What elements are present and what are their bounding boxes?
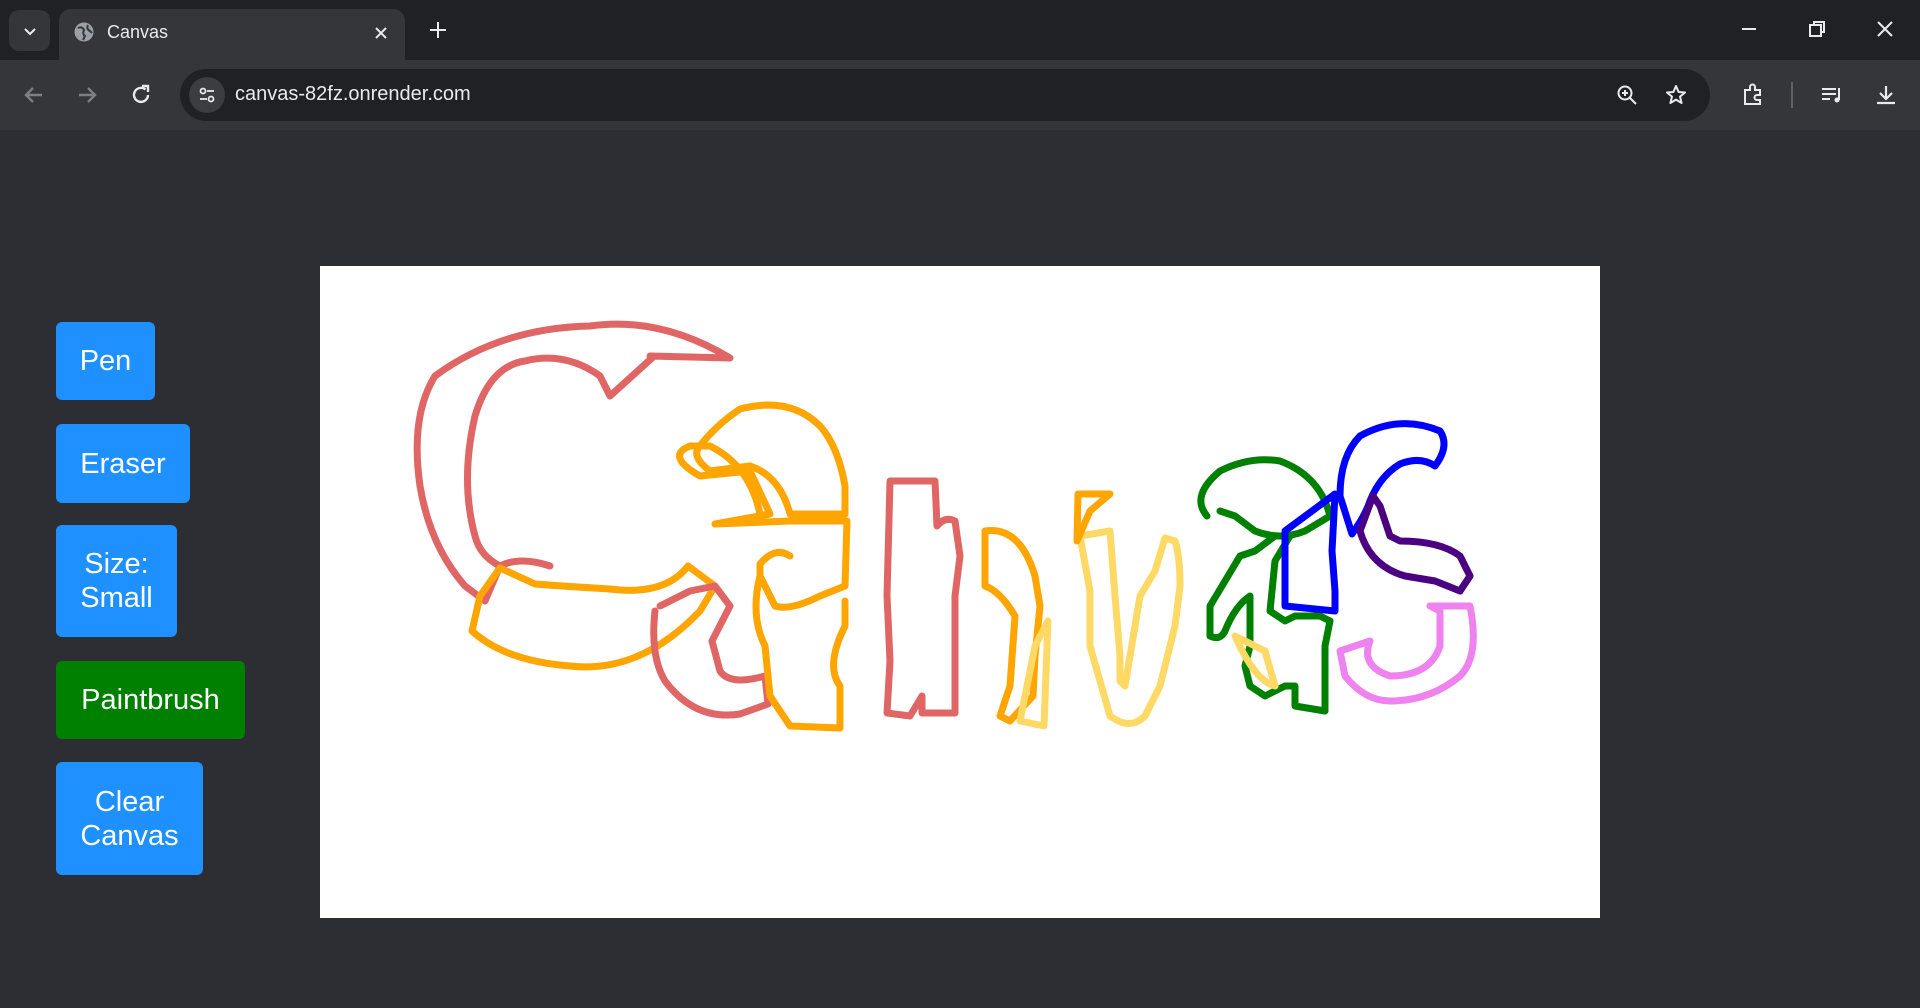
tab-title: Canvas <box>107 22 169 42</box>
stroke-a-yellow <box>1231 632 1279 690</box>
media-control-icon[interactable] <box>1819 82 1845 108</box>
close-window-icon[interactable] <box>1874 18 1896 40</box>
stroke-c-red-inner <box>496 557 554 570</box>
plus-icon[interactable] <box>426 18 450 42</box>
globe-icon <box>74 22 94 42</box>
forward-arrow-icon[interactable] <box>74 82 100 108</box>
zoom-icon[interactable] <box>1615 83 1639 107</box>
stroke-s-blue <box>1336 420 1448 538</box>
drawing-canvas[interactable] <box>320 266 1600 918</box>
paintbrush-button[interactable]: Paintbrush <box>56 661 245 739</box>
download-icon[interactable] <box>1873 82 1899 108</box>
stroke-c-orange <box>468 562 719 671</box>
close-icon[interactable] <box>371 23 391 43</box>
address-bar[interactable]: canvas-82fz.onrender.com <box>180 69 1710 121</box>
stroke-s-pink <box>1336 602 1477 705</box>
url-text[interactable]: canvas-82fz.onrender.com <box>235 83 471 106</box>
minimize-icon[interactable] <box>1738 18 1760 40</box>
stroke-n-orange <box>981 527 1044 725</box>
eraser-button[interactable]: Eraser <box>56 424 190 503</box>
stroke-a-orange-bowl <box>693 401 849 518</box>
reload-icon[interactable] <box>128 82 154 108</box>
bookmark-star-icon[interactable] <box>1664 83 1688 107</box>
stroke-a-green <box>1197 456 1334 715</box>
clear-canvas-button[interactable]: Clear Canvas <box>56 762 203 875</box>
stroke-a-red <box>650 582 772 719</box>
stroke-v-yellow <box>1016 527 1184 730</box>
browser-toolbar: canvas-82fz.onrender.com <box>0 60 1920 130</box>
toolbar-separator <box>1791 82 1793 108</box>
stroke-n-red <box>883 477 964 720</box>
extensions-icon[interactable] <box>1740 82 1766 108</box>
site-info-button[interactable] <box>189 77 225 113</box>
stroke-s-purple <box>1356 492 1474 595</box>
restore-icon[interactable] <box>1806 18 1828 40</box>
tune-icon <box>199 87 215 103</box>
size-button[interactable]: Size: Small <box>56 525 177 637</box>
tab-strip: Canvas <box>0 0 1920 60</box>
chevron-down-icon <box>23 27 36 35</box>
hand-drawn-canvas-text <box>413 320 1477 732</box>
tab-search-button[interactable] <box>9 10 50 51</box>
pen-button[interactable]: Pen <box>56 322 155 400</box>
browser-tab[interactable]: Canvas <box>59 9 405 60</box>
back-arrow-icon[interactable] <box>21 82 47 108</box>
